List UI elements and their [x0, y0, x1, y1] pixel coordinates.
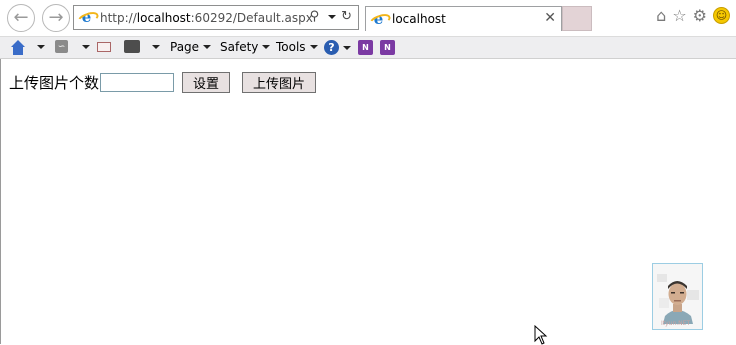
- page-content: 上传图片个数 设置 上传图片 Ityun.NET: [0, 59, 736, 345]
- forward-button[interactable]: →: [42, 4, 70, 32]
- printer-icon: [124, 40, 140, 53]
- mouse-cursor-icon: [534, 325, 548, 345]
- set-button[interactable]: 设置: [182, 72, 231, 93]
- feeds-button[interactable]: ∽: [55, 40, 68, 53]
- home-icon[interactable]: ⌂: [656, 7, 666, 24]
- search-icon[interactable]: ⚲: [310, 9, 320, 24]
- help-menu[interactable]: ?: [324, 40, 351, 55]
- back-button[interactable]: ←: [7, 4, 35, 32]
- url-text[interactable]: http://localhost:60292/Default.aspx: [100, 11, 313, 25]
- back-arrow-icon: ←: [13, 7, 29, 28]
- close-tab-icon[interactable]: ✕: [544, 10, 556, 26]
- browser-title-bar: ← → e http://localhost:60292/Default.asp…: [0, 0, 736, 36]
- gear-icon[interactable]: ⚙: [693, 7, 707, 24]
- new-tab-button[interactable]: [562, 6, 592, 31]
- read-mail-button[interactable]: [97, 42, 111, 52]
- chevron-down-icon: [343, 45, 351, 50]
- upload-image-button[interactable]: 上传图片: [242, 72, 317, 93]
- uploaded-photo-thumbnail: Ityun.NET: [652, 263, 703, 330]
- upload-form: 上传图片个数 设置 上传图片: [9, 72, 317, 93]
- tab-ie-icon: e: [371, 11, 386, 27]
- onenote-linked-icon: N: [380, 40, 395, 55]
- help-icon: ?: [324, 40, 339, 55]
- search-dropdown-icon[interactable]: [328, 14, 337, 19]
- home-command-button[interactable]: [10, 40, 26, 55]
- upload-count-label: 上传图片个数: [9, 74, 100, 92]
- ie-logo-icon: e: [79, 10, 94, 25]
- smiley-feedback-icon[interactable]: ☺: [713, 7, 730, 24]
- print-button[interactable]: [124, 40, 140, 53]
- mail-icon: [97, 42, 111, 52]
- tab-title: localhost: [392, 12, 446, 26]
- forward-arrow-icon: →: [48, 7, 64, 28]
- upload-count-input[interactable]: [100, 73, 175, 92]
- tools-menu[interactable]: Tools: [276, 40, 318, 54]
- print-dropdown-icon[interactable]: [152, 45, 160, 49]
- rss-icon: ∽: [55, 40, 68, 53]
- tab-localhost[interactable]: e localhost ✕: [365, 6, 562, 31]
- feeds-dropdown-icon[interactable]: [82, 45, 90, 49]
- onenote-linked-notes-button[interactable]: N: [380, 40, 395, 55]
- page-menu[interactable]: Page: [170, 40, 212, 54]
- chevron-down-icon: [309, 45, 318, 49]
- chevron-down-icon: [262, 45, 271, 49]
- address-bar[interactable]: e http://localhost:60292/Default.aspx ⚲ …: [73, 5, 359, 30]
- home-icon: [10, 40, 26, 55]
- thumbnail-watermark: Ityun.NET: [661, 320, 691, 327]
- home-dropdown-icon[interactable]: [37, 45, 45, 49]
- onenote-icon: N: [358, 40, 373, 55]
- favorites-star-icon[interactable]: ☆: [672, 7, 686, 24]
- safety-menu[interactable]: Safety: [220, 40, 271, 54]
- onenote-send-button[interactable]: N: [358, 40, 373, 55]
- refresh-icon[interactable]: ↻: [341, 9, 352, 24]
- command-bar: ∽ Page Safety Tools ? N N: [0, 36, 736, 59]
- chevron-down-icon: [203, 45, 212, 49]
